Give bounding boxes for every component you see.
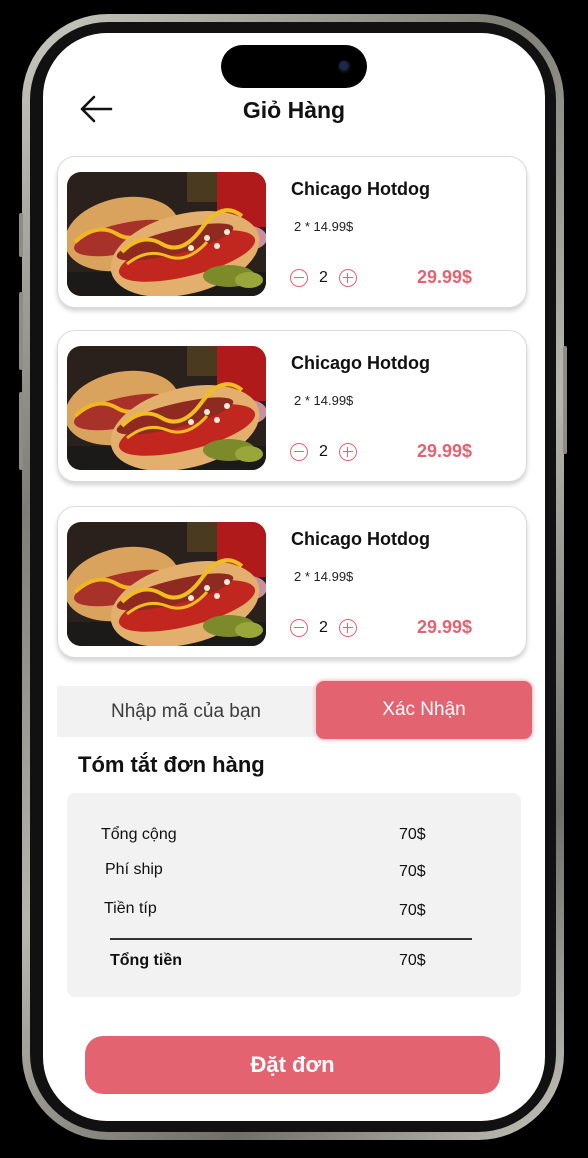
cart-item: Chicago Hotdog 2 * 14.99$ 2 29.99$ <box>57 506 527 658</box>
hotdog-image <box>67 522 266 646</box>
hotdog-image <box>67 346 266 470</box>
page-title: Giỏ Hàng <box>242 97 346 123</box>
subtotal-label: Tổng cộng <box>101 826 177 843</box>
cart-item: Chicago Hotdog 2 * 14.99$ 2 29.99$ <box>57 156 527 308</box>
hotdog-image <box>67 172 266 296</box>
item-total-price: 29.99$ <box>417 267 473 287</box>
plus-circle-icon[interactable] <box>339 443 357 461</box>
confirm-promo-button[interactable]: Xác Nhận <box>316 681 532 739</box>
summary-divider <box>110 938 472 940</box>
total-value: 70$ <box>399 952 426 969</box>
action-button <box>19 213 23 257</box>
cart-item: Chicago Hotdog 2 * 14.99$ 2 29.99$ <box>57 330 527 482</box>
order-summary-panel: Tổng cộng 70$ Phí ship 70$ Tiền típ 70$ … <box>67 793 521 997</box>
place-order-button[interactable]: Đặt đơn <box>85 1036 500 1094</box>
item-total-price: 29.99$ <box>417 441 473 461</box>
quantity-stepper: 2 <box>290 441 357 463</box>
volume-up-button <box>19 292 23 370</box>
item-quantity: 2 <box>319 619 328 636</box>
item-name: Chicago Hotdog <box>291 179 430 199</box>
subtotal-value: 70$ <box>399 826 426 843</box>
summary-title: Tóm tắt đơn hàng <box>78 752 265 777</box>
item-unit-price: 2 * 14.99$ <box>294 569 354 584</box>
item-total-price: 29.99$ <box>417 617 473 637</box>
shipping-value: 70$ <box>399 863 426 880</box>
screen: Giỏ Hàng Chicago Hotdog 2 * 14.99$ 2 29.… <box>43 33 545 1121</box>
item-name: Chicago Hotdog <box>291 529 430 549</box>
item-unit-price: 2 * 14.99$ <box>294 393 354 408</box>
minus-circle-icon[interactable] <box>290 269 308 287</box>
total-label: Tổng tiền <box>110 952 182 969</box>
plus-circle-icon[interactable] <box>339 619 357 637</box>
quantity-stepper: 2 <box>290 267 357 289</box>
item-quantity: 2 <box>319 443 328 460</box>
power-button <box>563 346 567 454</box>
item-quantity: 2 <box>319 269 328 286</box>
dynamic-island <box>221 45 367 88</box>
plus-circle-icon[interactable] <box>339 269 357 287</box>
minus-circle-icon[interactable] <box>290 443 308 461</box>
shipping-label: Phí ship <box>105 861 163 878</box>
camera-icon <box>338 60 351 73</box>
promo-code-input[interactable]: Nhập mã của bạn <box>57 686 315 737</box>
item-name: Chicago Hotdog <box>291 353 430 373</box>
minus-circle-icon[interactable] <box>290 619 308 637</box>
quantity-stepper: 2 <box>290 617 357 639</box>
item-unit-price: 2 * 14.99$ <box>294 219 354 234</box>
tip-value: 70$ <box>399 902 426 919</box>
volume-down-button <box>19 392 23 470</box>
tip-label: Tiền típ <box>104 900 157 917</box>
